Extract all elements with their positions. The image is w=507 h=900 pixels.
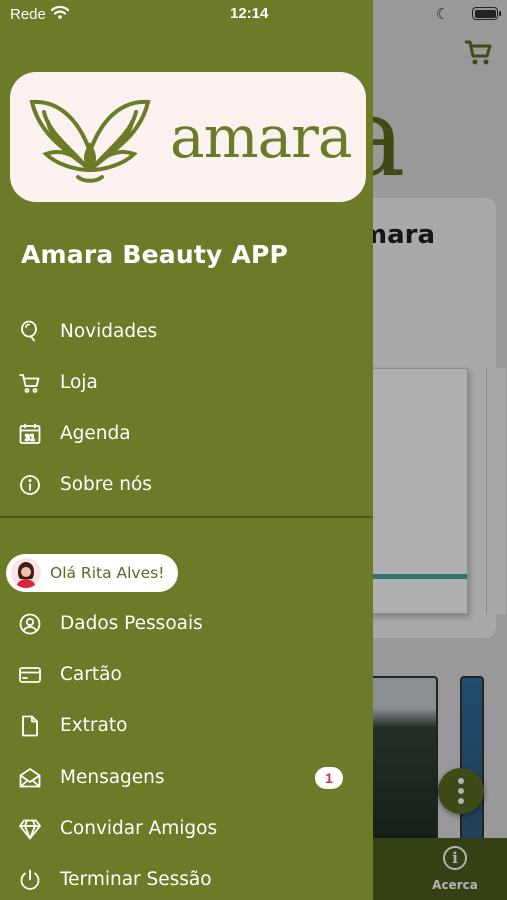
power-icon	[20, 869, 40, 890]
menu-item-agenda[interactable]: 31 Agenda	[0, 412, 373, 456]
menu-item-mensagens[interactable]: Mensagens 1	[0, 756, 373, 800]
diamond-icon	[19, 819, 41, 840]
battery-icon	[472, 7, 501, 20]
menu-item-extrato[interactable]: Extrato	[0, 704, 373, 748]
brand-wordmark: amara	[170, 103, 352, 171]
menu-item-cartao[interactable]: Cartão	[0, 653, 373, 697]
envelope-icon	[19, 768, 41, 788]
menu-item-dados-pessoais[interactable]: Dados Pessoais	[0, 602, 373, 646]
menu-item-label: Mensagens	[60, 767, 165, 788]
svg-text:31: 31	[25, 434, 35, 443]
butterfly-logo-icon	[29, 99, 151, 183]
moon-icon: ☾	[436, 6, 450, 23]
clock: 12:14	[230, 5, 269, 22]
menu-item-label: Loja	[60, 372, 98, 393]
wifi-icon	[51, 5, 69, 19]
menu-divider	[0, 516, 373, 518]
credit-card-icon	[19, 667, 41, 683]
menu-item-terminar-sessao[interactable]: Terminar Sessão	[0, 858, 373, 900]
status-bar: Rede 12:14 ☾	[0, 0, 507, 30]
menu-item-novidades[interactable]: Novidades	[0, 310, 373, 354]
menu-item-label: Cartão	[60, 664, 122, 685]
menu-item-loja[interactable]: Loja	[0, 361, 373, 405]
menu-item-label: Convidar Amigos	[60, 818, 218, 839]
brand-logo-card: amara	[10, 72, 366, 202]
info-icon	[20, 475, 40, 495]
balloon-icon	[21, 320, 37, 342]
unread-messages-badge: 1	[315, 767, 343, 789]
app-title: Amara Beauty APP	[21, 240, 288, 269]
menu-item-label: Terminar Sessão	[60, 869, 212, 890]
greeting-text: Olá Rita Alves!	[50, 564, 165, 582]
menu-item-label: Agenda	[60, 423, 131, 444]
calendar-icon: 31	[19, 423, 41, 444]
menu-item-label: Sobre nós	[60, 474, 152, 495]
document-icon	[22, 715, 38, 737]
user-circle-icon	[19, 613, 41, 635]
menu-item-label: Dados Pessoais	[60, 613, 203, 634]
navigation-drawer: amara Amara Beauty APP Novidades Loja 31…	[0, 0, 373, 900]
avatar	[11, 558, 41, 588]
carrier-label: Rede	[10, 6, 46, 23]
menu-item-label: Novidades	[60, 321, 158, 342]
user-greeting-pill[interactable]: Olá Rita Alves!	[6, 554, 179, 592]
menu-item-convidar-amigos[interactable]: Convidar Amigos	[0, 807, 373, 851]
menu-item-sobre-nos[interactable]: Sobre nós	[0, 463, 373, 507]
cart-icon	[19, 374, 40, 393]
menu-item-label: Extrato	[60, 715, 128, 736]
